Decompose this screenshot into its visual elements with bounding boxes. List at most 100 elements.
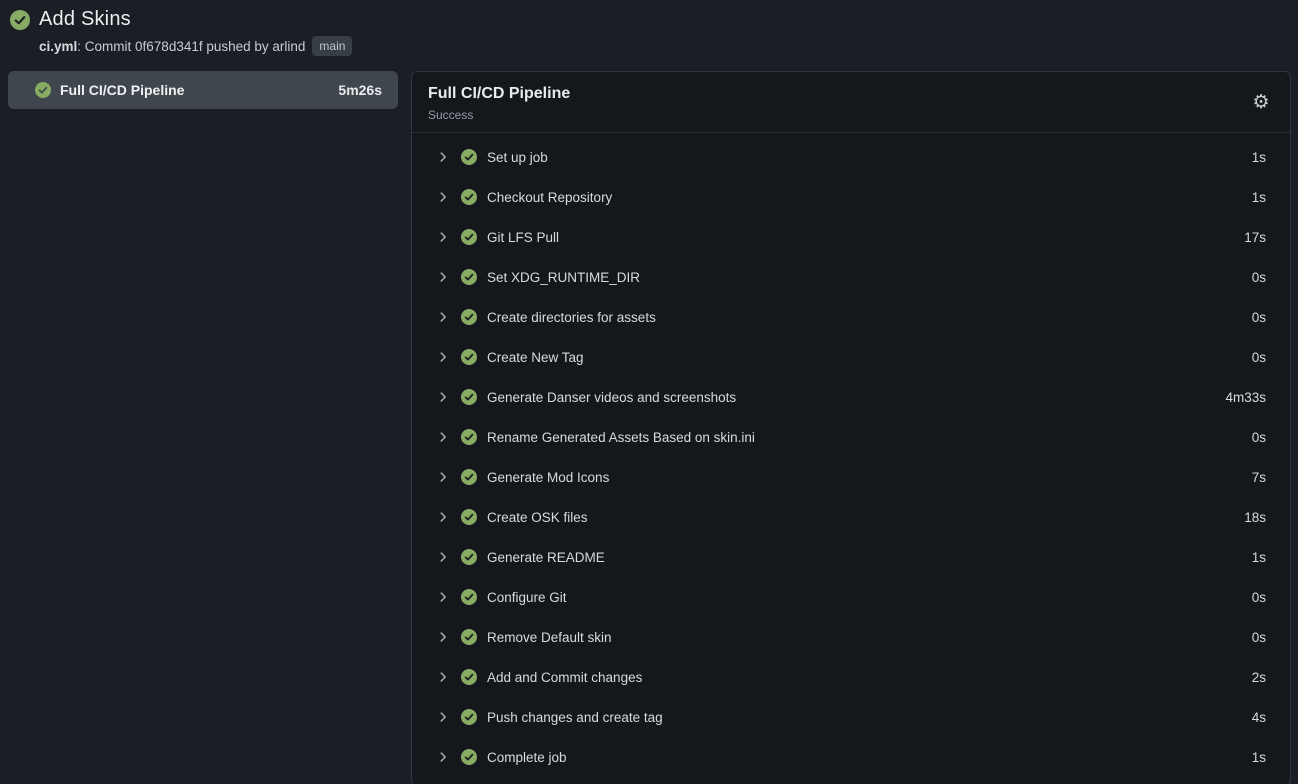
- step-duration: 0s: [1252, 310, 1266, 325]
- step-name: Set XDG_RUNTIME_DIR: [487, 270, 1252, 285]
- step-duration: 0s: [1252, 350, 1266, 365]
- step-name: Checkout Repository: [487, 190, 1252, 205]
- step-status-success-icon: [461, 149, 477, 165]
- step-status-success-icon: [461, 549, 477, 565]
- step-name: Rename Generated Assets Based on skin.in…: [487, 430, 1252, 445]
- step-duration: 4s: [1252, 710, 1266, 725]
- step-row[interactable]: Generate README 1s: [412, 537, 1290, 577]
- step-status-success-icon: [461, 469, 477, 485]
- step-row[interactable]: Create directories for assets 0s: [412, 297, 1290, 337]
- step-status-success-icon: [461, 189, 477, 205]
- job-card-full-ci-cd-pipeline[interactable]: Full CI/CD Pipeline 5m26s: [8, 71, 398, 109]
- step-duration: 1s: [1252, 550, 1266, 565]
- job-status-success-icon: [35, 82, 51, 98]
- step-status-success-icon: [461, 749, 477, 765]
- chevron-right-icon: [436, 710, 450, 724]
- step-status-success-icon: [461, 269, 477, 285]
- chevron-right-icon: [436, 470, 450, 484]
- chevron-right-icon: [436, 630, 450, 644]
- step-status-success-icon: [461, 669, 477, 685]
- run-header: Add Skins ci.yml: Commit 0f678d341f push…: [8, 8, 1291, 56]
- step-name: Configure Git: [487, 590, 1252, 605]
- step-row[interactable]: Remove Default skin 0s: [412, 617, 1290, 657]
- run-title: Add Skins: [39, 8, 131, 31]
- chevron-right-icon: [436, 430, 450, 444]
- chevron-right-icon: [436, 190, 450, 204]
- chevron-right-icon: [436, 270, 450, 284]
- step-name: Set up job: [487, 150, 1252, 165]
- step-name: Create New Tag: [487, 350, 1252, 365]
- workflow-file-name: ci.yml: [39, 39, 77, 54]
- step-duration: 1s: [1252, 150, 1266, 165]
- job-duration: 5m26s: [338, 82, 382, 98]
- step-status-success-icon: [461, 229, 477, 245]
- step-duration: 2s: [1252, 670, 1266, 685]
- step-name: Generate Danser videos and screenshots: [487, 390, 1225, 405]
- step-row[interactable]: Create OSK files 18s: [412, 497, 1290, 537]
- step-name: Create directories for assets: [487, 310, 1252, 325]
- chevron-right-icon: [436, 390, 450, 404]
- step-status-success-icon: [461, 589, 477, 605]
- step-name: Remove Default skin: [487, 630, 1252, 645]
- job-detail-header: Full CI/CD Pipeline Success ⚙: [412, 72, 1290, 133]
- step-name: Git LFS Pull: [487, 230, 1244, 245]
- chevron-right-icon: [436, 150, 450, 164]
- step-duration: 17s: [1244, 230, 1266, 245]
- step-duration: 1s: [1252, 190, 1266, 205]
- step-name: Push changes and create tag: [487, 710, 1252, 725]
- step-row[interactable]: Configure Git 0s: [412, 577, 1290, 617]
- step-row[interactable]: Set XDG_RUNTIME_DIR 0s: [412, 257, 1290, 297]
- step-duration: 0s: [1252, 430, 1266, 445]
- step-name: Add and Commit changes: [487, 670, 1252, 685]
- chevron-right-icon: [436, 510, 450, 524]
- step-duration: 1s: [1252, 750, 1266, 765]
- gear-icon[interactable]: ⚙: [1248, 90, 1274, 116]
- step-name: Generate Mod Icons: [487, 470, 1252, 485]
- step-status-success-icon: [461, 309, 477, 325]
- chevron-right-icon: [436, 670, 450, 684]
- step-name: Create OSK files: [487, 510, 1244, 525]
- chevron-right-icon: [436, 310, 450, 324]
- step-status-success-icon: [461, 629, 477, 645]
- jobs-sidebar: Full CI/CD Pipeline 5m26s: [8, 71, 398, 109]
- step-status-success-icon: [461, 709, 477, 725]
- step-row[interactable]: Generate Danser videos and screenshots 4…: [412, 377, 1290, 417]
- job-detail-title: Full CI/CD Pipeline: [428, 83, 1248, 105]
- step-name: Generate README: [487, 550, 1252, 565]
- step-duration: 7s: [1252, 470, 1266, 485]
- step-row[interactable]: Add and Commit changes 2s: [412, 657, 1290, 697]
- step-row[interactable]: Rename Generated Assets Based on skin.in…: [412, 417, 1290, 457]
- step-row[interactable]: Generate Mod Icons 7s: [412, 457, 1290, 497]
- step-list: Set up job 1s Checkout Repository 1s Git…: [412, 133, 1290, 784]
- step-status-success-icon: [461, 429, 477, 445]
- commit-description: : Commit 0f678d341f pushed by arlind: [77, 39, 305, 54]
- run-status-success-icon: [10, 10, 30, 30]
- step-row[interactable]: Create New Tag 0s: [412, 337, 1290, 377]
- job-name: Full CI/CD Pipeline: [60, 82, 329, 98]
- step-row[interactable]: Complete job 1s: [412, 737, 1290, 777]
- chevron-right-icon: [436, 350, 450, 364]
- step-status-success-icon: [461, 349, 477, 365]
- branch-badge[interactable]: main: [312, 36, 352, 56]
- chevron-right-icon: [436, 550, 450, 564]
- step-duration: 0s: [1252, 270, 1266, 285]
- step-row[interactable]: Git LFS Pull 17s: [412, 217, 1290, 257]
- run-content: Full CI/CD Pipeline 5m26s Full CI/CD Pip…: [8, 71, 1291, 784]
- step-row[interactable]: Push changes and create tag 4s: [412, 697, 1290, 737]
- actions-run-page: Add Skins ci.yml: Commit 0f678d341f push…: [0, 0, 1298, 784]
- job-detail-panel: Full CI/CD Pipeline Success ⚙ Set up job…: [411, 71, 1291, 784]
- job-detail-status: Success: [428, 108, 1248, 122]
- step-status-success-icon: [461, 389, 477, 405]
- step-duration: 18s: [1244, 510, 1266, 525]
- step-name: Complete job: [487, 750, 1252, 765]
- step-row[interactable]: Checkout Repository 1s: [412, 177, 1290, 217]
- step-duration: 0s: [1252, 630, 1266, 645]
- chevron-right-icon: [436, 590, 450, 604]
- chevron-right-icon: [436, 230, 450, 244]
- step-duration: 4m33s: [1225, 390, 1266, 405]
- chevron-right-icon: [436, 750, 450, 764]
- step-duration: 0s: [1252, 590, 1266, 605]
- step-row[interactable]: Set up job 1s: [412, 137, 1290, 177]
- step-status-success-icon: [461, 509, 477, 525]
- commit-line: ci.yml: Commit 0f678d341f pushed by arli…: [39, 36, 1291, 56]
